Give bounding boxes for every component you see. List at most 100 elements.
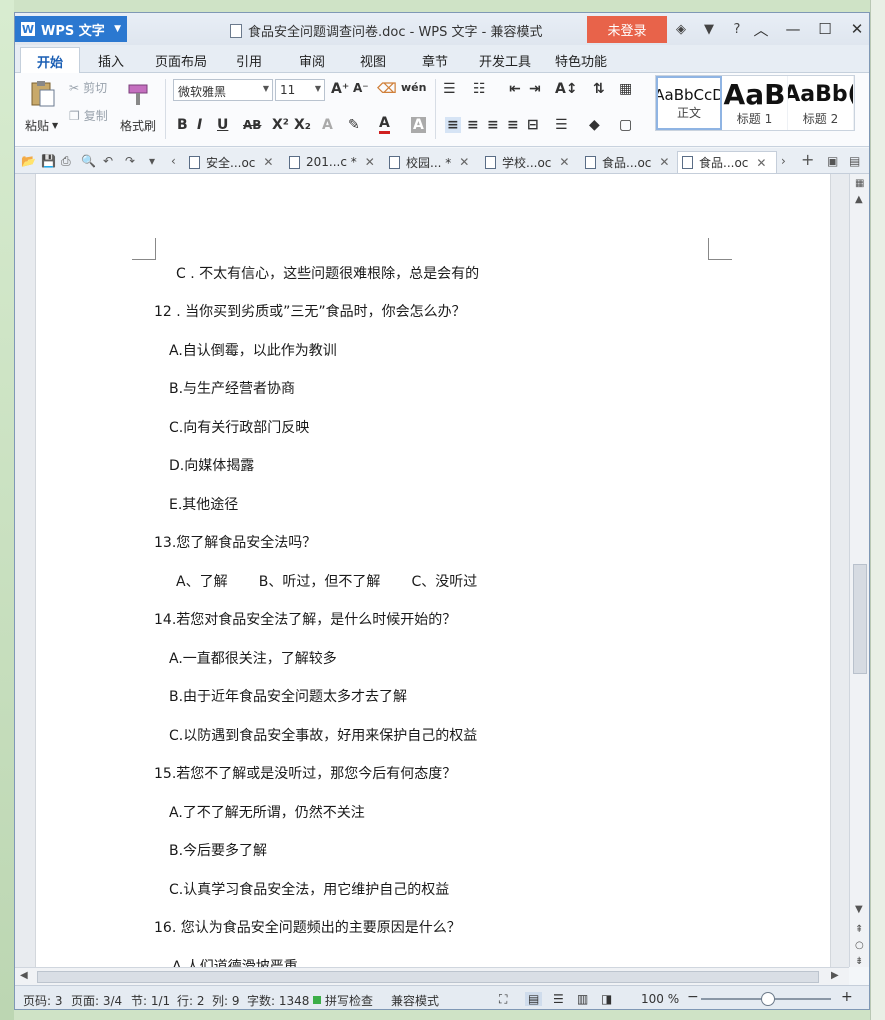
window-menu-icon[interactable]: ▤ xyxy=(849,154,860,168)
close-tab-icon[interactable]: ✕ xyxy=(756,156,766,170)
zoom-in-icon[interactable]: + xyxy=(841,989,853,1005)
text-effect-icon[interactable]: A xyxy=(322,117,333,133)
doc-tab[interactable]: 校园... * ✕ xyxy=(385,151,469,173)
close-tab-icon[interactable]: ✕ xyxy=(559,155,569,169)
increase-indent-icon[interactable]: ⇥ xyxy=(529,81,541,97)
scroll-up-icon[interactable]: ▲ xyxy=(855,194,863,205)
status-page-code[interactable]: 页码: 3 xyxy=(23,992,63,1009)
table-icon[interactable]: ▦ xyxy=(619,81,632,97)
outline-view-icon[interactable]: ☰ xyxy=(553,992,564,1006)
full-screen-icon[interactable]: ⛶ xyxy=(499,992,507,1007)
scroll-right-icon[interactable]: ▶ xyxy=(831,970,839,981)
line-spacing-icon[interactable]: ☰ xyxy=(555,117,568,133)
tab-developer[interactable]: 开发工具 xyxy=(479,51,531,70)
print-icon[interactable]: ⎙ xyxy=(61,154,71,169)
split-view-icon[interactable]: ▦ xyxy=(855,178,864,189)
print-preview-icon[interactable]: 🔍 xyxy=(81,154,96,168)
save-icon[interactable]: 💾 xyxy=(41,154,56,168)
format-painter-button[interactable]: 格式刷 xyxy=(120,117,156,134)
redo-icon[interactable]: ↷ xyxy=(125,154,135,168)
next-page-icon[interactable]: ⇟ xyxy=(855,956,863,967)
close-tab-icon[interactable]: ✕ xyxy=(459,155,469,169)
zoom-out-icon[interactable]: − xyxy=(687,989,699,1005)
copy-button[interactable]: ❐ 复制 xyxy=(69,107,108,124)
char-shading-icon[interactable]: A xyxy=(411,117,426,133)
tab-page-layout[interactable]: 页面布局 xyxy=(155,51,207,70)
browse-object-icon[interactable]: ○ xyxy=(855,940,864,951)
doc-tab[interactable]: 食品...oc ✕ xyxy=(581,151,669,173)
doc-tab[interactable]: 201...c * ✕ xyxy=(285,151,375,173)
tab-list-icon[interactable]: ▣ xyxy=(827,154,838,168)
status-word-count[interactable]: 字数: 1348 xyxy=(247,992,309,1009)
numbered-list-icon[interactable]: ☷ xyxy=(473,81,486,97)
close-tab-icon[interactable]: ✕ xyxy=(659,155,669,169)
paste-button[interactable]: 粘贴 ▼ xyxy=(25,117,58,134)
wps-app-menu-button[interactable]: W WPS 文字 ▼ xyxy=(15,16,127,42)
page-view-icon[interactable]: ▤ xyxy=(525,992,543,1006)
shrink-font-icon[interactable]: A⁻ xyxy=(353,81,369,95)
maximize-icon[interactable]: ☐ xyxy=(809,17,841,41)
collapse-ribbon-icon[interactable]: ︿ xyxy=(745,17,777,41)
skin-icon[interactable]: ◈ xyxy=(671,19,691,39)
undo-icon[interactable]: ↶ xyxy=(103,154,113,168)
login-button[interactable]: 未登录 xyxy=(587,16,667,43)
zoom-level[interactable]: 100 % xyxy=(641,992,679,1006)
zoom-slider-thumb[interactable] xyxy=(761,992,775,1006)
grow-font-icon[interactable]: A⁺ xyxy=(331,81,349,97)
style-heading-1[interactable]: AaB 标题 1 xyxy=(722,76,788,130)
spell-check-button[interactable]: 拼写检查 xyxy=(325,992,373,1009)
italic-button[interactable]: I xyxy=(197,117,202,133)
doc-tab-active[interactable]: 食品...oc ✕ xyxy=(677,151,777,173)
status-section[interactable]: 节: 1/1 xyxy=(131,992,170,1009)
tab-view[interactable]: 视图 xyxy=(360,51,386,70)
document-canvas[interactable]: C . 不太有信心，这些问题很难根除，总是会有的 12 . 当你买到劣质或”三无… xyxy=(15,174,849,967)
shirt-icon[interactable]: ▼ xyxy=(699,19,719,39)
underline-button[interactable]: U xyxy=(217,117,228,133)
horizontal-scroll-thumb[interactable] xyxy=(37,971,819,983)
text-direction-icon[interactable]: A↕ xyxy=(555,81,578,97)
font-size-select[interactable]: 11 ▼ xyxy=(275,79,325,101)
close-tab-icon[interactable]: ✕ xyxy=(365,155,375,169)
new-tab-icon[interactable]: + xyxy=(801,150,814,169)
tab-references[interactable]: 引用 xyxy=(236,51,262,70)
tab-special-features[interactable]: 特色功能 xyxy=(555,51,607,70)
status-column[interactable]: 列: 9 xyxy=(212,992,240,1009)
horizontal-scrollbar[interactable]: ◀ ▶ xyxy=(15,967,849,985)
sort-icon[interactable]: ⇅ xyxy=(593,81,605,97)
style-heading-2[interactable]: AaBb( 标题 2 xyxy=(788,76,854,130)
style-normal[interactable]: AaBbCcD 正文 xyxy=(656,76,722,130)
doc-tab[interactable]: 安全...oc ✕ xyxy=(185,151,273,173)
tab-chapter[interactable]: 章节 xyxy=(422,51,448,70)
doc-tab[interactable]: 学校...oc ✕ xyxy=(481,151,569,173)
borders-icon[interactable]: ▢ xyxy=(619,117,632,133)
highlight-icon[interactable]: ✎ xyxy=(348,117,360,133)
status-page[interactable]: 页面: 3/4 xyxy=(71,992,122,1009)
vertical-scrollbar[interactable]: ▦ ▲ ▼ ⇞ ○ ⇟ xyxy=(849,174,869,967)
tabs-scroll-left-icon[interactable]: ‹ xyxy=(171,154,176,168)
minimize-icon[interactable]: — xyxy=(777,17,809,41)
distributed-icon[interactable]: ⊟ xyxy=(527,117,539,133)
close-icon[interactable]: ✕ xyxy=(841,17,869,41)
tabs-scroll-right-icon[interactable]: › xyxy=(781,154,786,168)
strikethrough-button[interactable]: AB xyxy=(243,118,261,132)
vertical-scroll-thumb[interactable] xyxy=(853,564,867,674)
open-folder-icon[interactable]: 📂 xyxy=(21,154,36,168)
close-tab-icon[interactable]: ✕ xyxy=(263,155,273,169)
align-right-icon[interactable]: ≡ xyxy=(487,117,499,133)
font-color-icon[interactable]: A xyxy=(379,115,390,134)
scroll-down-icon[interactable]: ▼ xyxy=(855,904,863,915)
subscript-button[interactable]: X₂ xyxy=(294,117,311,133)
bullet-list-icon[interactable]: ☰ xyxy=(443,81,456,97)
shading-icon[interactable]: ◆ xyxy=(589,117,600,133)
align-center-icon[interactable]: ≡ xyxy=(467,117,479,133)
web-view-icon[interactable]: ▥ xyxy=(577,992,588,1006)
scroll-left-icon[interactable]: ◀ xyxy=(20,970,28,981)
cut-button[interactable]: ✂ 剪切 xyxy=(69,79,107,96)
tab-insert[interactable]: 插入 xyxy=(98,51,124,70)
decrease-indent-icon[interactable]: ⇤ xyxy=(509,81,521,97)
tab-home[interactable]: 开始 xyxy=(20,47,81,73)
customize-qat-icon[interactable]: ▾ xyxy=(149,154,155,168)
phonetic-guide-icon[interactable]: wén xyxy=(401,81,426,94)
font-name-select[interactable]: 微软雅黑 ▼ xyxy=(173,79,273,101)
align-left-icon[interactable]: ≡ xyxy=(445,117,461,133)
